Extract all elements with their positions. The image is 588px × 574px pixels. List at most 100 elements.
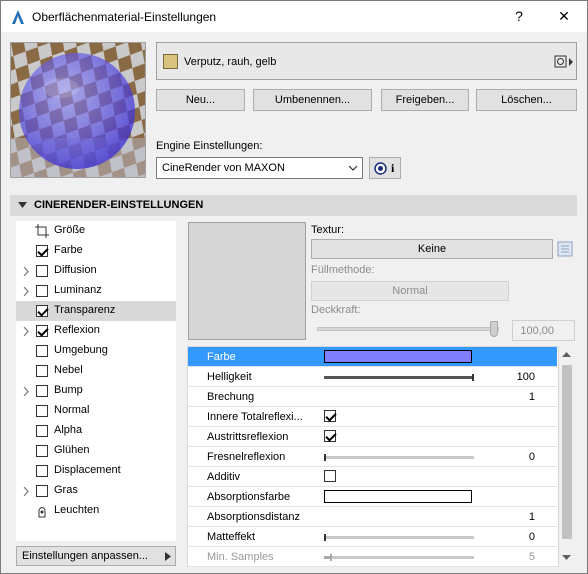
properties-scrollbar[interactable] <box>559 347 575 567</box>
texture-browse-icon[interactable] <box>557 241 573 257</box>
collapse-triangle-icon <box>18 202 27 208</box>
property-row-min-samples[interactable]: Min. Samples 5 <box>188 547 557 567</box>
expand-arrow-icon[interactable] <box>23 287 29 296</box>
tree-checkbox[interactable] <box>36 485 48 497</box>
tree-item-glühen[interactable]: Glühen <box>16 441 176 461</box>
property-row-innere-totalreflexi-[interactable]: Innere Totalreflexi... <box>188 407 557 427</box>
material-picker-icon[interactable] <box>554 55 574 69</box>
property-checkbox[interactable] <box>324 430 336 442</box>
texture-select-button[interactable]: Keine <box>311 239 553 259</box>
rename-button[interactable]: Umbenennen... <box>253 89 372 111</box>
tree-item-label: Farbe <box>54 244 83 256</box>
tree-item-luminanz[interactable]: Luminanz <box>16 281 176 301</box>
property-row-absorptionsdistanz[interactable]: Absorptionsdistanz 1 <box>188 507 557 527</box>
property-label: Helligkeit <box>207 371 252 383</box>
tree-checkbox[interactable] <box>36 325 48 337</box>
property-checkbox[interactable] <box>324 470 336 482</box>
tree-checkbox[interactable] <box>36 265 48 277</box>
tree-item-transparenz[interactable]: Transparenz <box>16 301 176 321</box>
tree-item-gras[interactable]: Gras <box>16 481 176 501</box>
opacity-label: Deckkraft: <box>311 304 361 316</box>
tree-item-label: Leuchten <box>54 504 100 516</box>
expand-arrow-icon[interactable] <box>23 387 29 396</box>
material-name-field[interactable]: Verputz, rauh, gelb <box>156 42 577 80</box>
scrollbar-thumb[interactable] <box>562 365 572 539</box>
property-slider[interactable] <box>324 374 474 381</box>
tree-checkbox[interactable] <box>36 385 48 397</box>
property-value[interactable]: 100 <box>517 371 535 383</box>
tree-item-umgebung[interactable]: Umgebung <box>16 341 176 361</box>
section-title: CINERENDER-EINSTELLUNGEN <box>34 199 204 211</box>
tree-item-größe[interactable]: Größe <box>16 221 176 241</box>
delete-button[interactable]: Löschen... <box>476 89 577 111</box>
tree-item-label: Transparenz <box>54 304 116 316</box>
property-row-farbe[interactable]: Farbe <box>188 347 557 367</box>
tree-item-label: Reflexion <box>54 324 100 336</box>
tree-checkbox[interactable] <box>36 445 48 457</box>
property-row-austrittsreflexion[interactable]: Austrittsreflexion <box>188 427 557 447</box>
property-slider[interactable] <box>324 454 474 461</box>
scroll-down-icon[interactable] <box>562 555 571 561</box>
opacity-value: 100,00 <box>520 325 554 337</box>
tree-item-farbe[interactable]: Farbe <box>16 241 176 261</box>
opacity-slider <box>317 321 499 337</box>
customize-settings-button[interactable]: Einstellungen anpassen... <box>16 546 176 566</box>
help-button[interactable]: ? <box>504 5 534 27</box>
tree-item-reflexion[interactable]: Reflexion <box>16 321 176 341</box>
tree-item-diffusion[interactable]: Diffusion <box>16 261 176 281</box>
tree-checkbox[interactable] <box>36 345 48 357</box>
cinerender-section-header[interactable]: CINERENDER-EINSTELLUNGEN <box>10 195 577 216</box>
property-checkbox[interactable] <box>324 410 336 422</box>
tree-checkbox[interactable] <box>36 245 48 257</box>
tree-checkbox[interactable] <box>36 305 48 317</box>
expand-arrow-icon[interactable] <box>23 267 29 276</box>
tree-checkbox[interactable] <box>36 405 48 417</box>
property-row-fresnelreflexion[interactable]: Fresnelreflexion 0 <box>188 447 557 467</box>
channel-tree: Größe Farbe Diffusion Luminanz Transparenz Re… <box>16 221 176 541</box>
expand-arrow-icon[interactable] <box>23 327 29 336</box>
property-slider[interactable] <box>324 534 474 541</box>
chevron-right-icon <box>165 552 171 561</box>
property-row-additiv[interactable]: Additiv <box>188 467 557 487</box>
color-swatch[interactable] <box>324 350 472 363</box>
tree-item-alpha[interactable]: Alpha <box>16 421 176 441</box>
property-row-helligkeit[interactable]: Helligkeit 100 <box>188 367 557 387</box>
slider-knob[interactable] <box>472 374 474 381</box>
property-value[interactable]: 0 <box>529 531 535 543</box>
tree-item-displacement[interactable]: Displacement <box>16 461 176 481</box>
tree-checkbox[interactable] <box>36 285 48 297</box>
tree-item-normal[interactable]: Normal <box>16 401 176 421</box>
new-button[interactable]: Neu... <box>156 89 245 111</box>
engine-info-button[interactable]: i <box>369 157 401 179</box>
slider-knob[interactable] <box>324 454 326 461</box>
engine-select[interactable]: CineRender von MAXON <box>156 157 363 179</box>
property-value[interactable]: 1 <box>529 391 535 403</box>
tree-checkbox[interactable] <box>36 465 48 477</box>
tree-checkbox[interactable] <box>36 425 48 437</box>
tree-checkbox[interactable] <box>36 365 48 377</box>
tree-item-label: Nebel <box>54 364 83 376</box>
lamp-icon <box>38 507 46 518</box>
property-value[interactable]: 1 <box>529 511 535 523</box>
fill-method-label: Füllmethode: <box>311 264 375 276</box>
property-label: Matteffekt <box>207 531 256 543</box>
share-button[interactable]: Freigeben... <box>381 89 469 111</box>
close-button[interactable]: ✕ <box>549 5 579 27</box>
tree-item-nebel[interactable]: Nebel <box>16 361 176 381</box>
property-row-brechung[interactable]: Brechung 1 <box>188 387 557 407</box>
tree-item-leuchten[interactable]: Leuchten <box>16 501 176 521</box>
slider-knob[interactable] <box>324 534 326 541</box>
texture-label: Textur: <box>311 224 345 236</box>
scroll-up-icon[interactable] <box>562 352 571 358</box>
property-row-matteffekt[interactable]: Matteffekt 0 <box>188 527 557 547</box>
property-value[interactable]: 5 <box>529 551 535 563</box>
property-row-absorptionsfarbe[interactable]: Absorptionsfarbe <box>188 487 557 507</box>
property-slider[interactable] <box>324 554 474 561</box>
expand-arrow-icon[interactable] <box>23 487 29 496</box>
tree-item-label: Luminanz <box>54 284 102 296</box>
slider-knob[interactable] <box>329 554 332 561</box>
tree-item-label: Größe <box>54 224 86 236</box>
tree-item-bump[interactable]: Bump <box>16 381 176 401</box>
property-value[interactable]: 0 <box>529 451 535 463</box>
color-swatch[interactable] <box>324 490 472 503</box>
